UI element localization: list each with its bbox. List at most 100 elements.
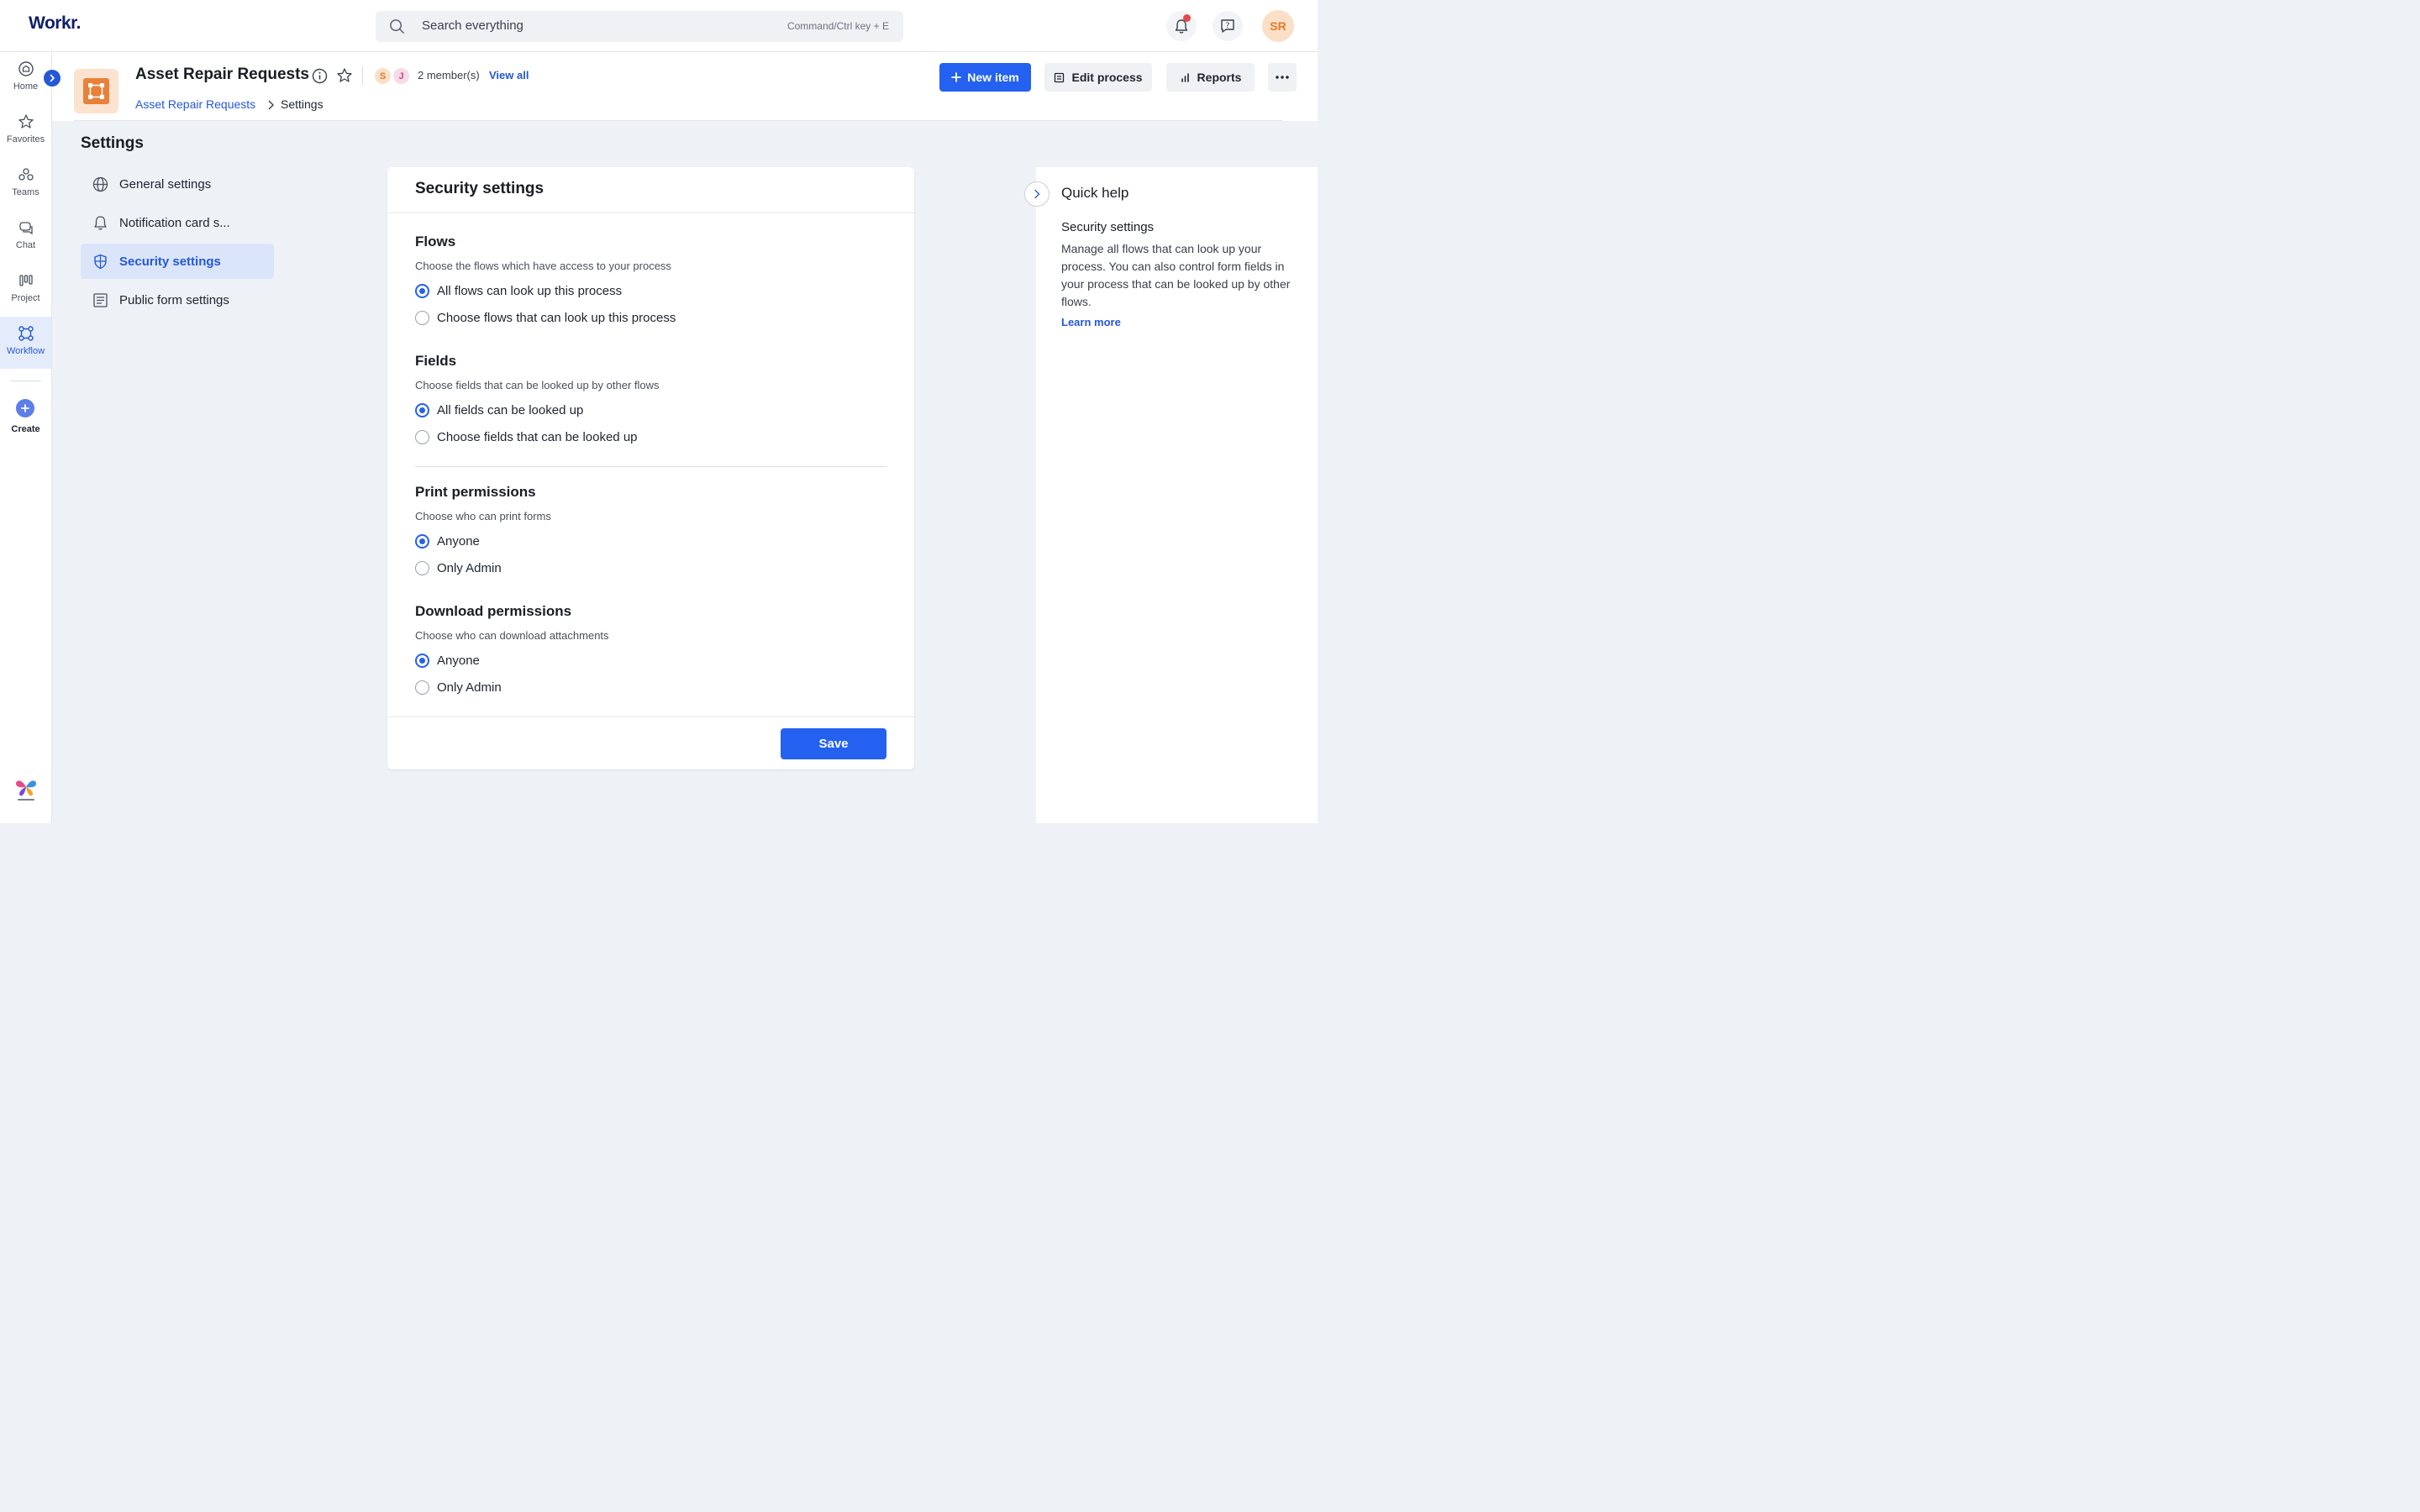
quick-help-subtitle: Security settings: [1061, 220, 1155, 234]
workflow-icon: [18, 326, 34, 341]
more-horizontal-icon: [1276, 76, 1289, 79]
help-button[interactable]: ?: [1213, 11, 1243, 41]
settings-nav-label: Security settings: [119, 254, 221, 269]
process-header: Asset Repair Requests S J 2 member(s) Vi…: [52, 52, 1318, 121]
radio-button-selected[interactable]: [415, 284, 429, 298]
create-button[interactable]: [16, 399, 34, 417]
settings-nav-general[interactable]: General settings: [81, 166, 274, 202]
save-button[interactable]: Save: [781, 728, 886, 759]
radio-button[interactable]: [415, 311, 429, 325]
edit-process-button[interactable]: Edit process: [1044, 63, 1152, 92]
radio-label: Only Admin: [437, 561, 502, 575]
radio-fields-all[interactable]: All fields can be looked up: [415, 403, 583, 417]
help-chat-icon: ?: [1221, 19, 1234, 33]
rail-item-label: Home: [13, 81, 39, 92]
search-bar[interactable]: Search everything Command/Ctrl key + E: [376, 11, 903, 42]
radio-flows-choose[interactable]: Choose flows that can look up this proce…: [415, 311, 676, 325]
notifications-button[interactable]: [1166, 11, 1197, 41]
section-title-download: Download permissions: [415, 603, 572, 619]
rail-item-home[interactable]: Home: [0, 60, 51, 113]
search-input[interactable]: Search everything: [422, 18, 523, 33]
radio-download-anyone[interactable]: Anyone: [415, 654, 480, 668]
new-item-button[interactable]: New item: [939, 63, 1031, 92]
process-glyph-icon: [88, 83, 104, 99]
radio-button-selected[interactable]: [415, 534, 429, 549]
radio-button-selected[interactable]: [415, 654, 429, 668]
page-title: Asset Repair Requests: [135, 66, 309, 83]
info-icon[interactable]: [312, 68, 328, 84]
rail-expand-button[interactable]: [44, 70, 60, 87]
quick-help-collapse-button[interactable]: [1024, 181, 1050, 207]
rail-item-workflow[interactable]: Workflow: [0, 317, 51, 369]
breadcrumb-current: Settings: [281, 97, 324, 111]
card-title: Security settings: [415, 180, 544, 197]
quick-help-body: Manage all flows that can look up your p…: [1061, 242, 1291, 308]
app-logo[interactable]: Workr.: [29, 13, 81, 34]
radio-label: Choose flows that can look up this proce…: [437, 311, 676, 325]
settings-nav-public-form[interactable]: Public form settings: [81, 282, 274, 318]
bar-chart-icon: [1181, 72, 1189, 82]
radio-label: Choose fields that can be looked up: [437, 430, 638, 444]
kissflow-logo: [16, 780, 36, 801]
left-rail: Home Favorites Teams Chat Project Workfl…: [0, 52, 52, 823]
favorite-star-icon[interactable]: [336, 67, 353, 84]
member-avatar[interactable]: S: [374, 67, 392, 85]
rail-item-label: Chat: [15, 240, 36, 250]
form-icon: [92, 292, 108, 307]
edit-form-icon: [1055, 72, 1065, 82]
more-options-button[interactable]: [1268, 63, 1297, 92]
member-avatar[interactable]: J: [392, 67, 410, 85]
member-count: 2 member(s): [418, 69, 480, 81]
chat-icon: [18, 222, 33, 235]
create-label: Create: [11, 424, 40, 434]
home-icon: [18, 61, 34, 76]
radio-button[interactable]: [415, 561, 429, 575]
card-header: Security settings: [387, 167, 914, 213]
radio-label: Anyone: [437, 654, 480, 668]
quick-help-panel: Quick help Security settings Manage all …: [1036, 167, 1318, 823]
rail-item-chat[interactable]: Chat: [0, 219, 51, 271]
settings-nav-notification[interactable]: Notification card s...: [81, 205, 274, 240]
radio-label: All fields can be looked up: [437, 403, 584, 417]
radio-button[interactable]: [415, 430, 429, 444]
section-desc-download: Choose who can download attachments: [415, 629, 609, 642]
settings-nav-security[interactable]: Security settings: [81, 244, 274, 279]
section-desc-flows: Choose the flows which have access to yo…: [415, 260, 671, 272]
learn-more-link[interactable]: Learn more: [1061, 316, 1121, 328]
radio-label: All flows can look up this process: [437, 284, 623, 298]
section-title-print: Print permissions: [415, 484, 536, 500]
user-avatar[interactable]: SR: [1262, 10, 1294, 42]
radio-print-admin[interactable]: Only Admin: [415, 561, 502, 575]
chevron-right-icon: [50, 74, 55, 82]
settings-title: Settings: [81, 134, 144, 152]
radio-flows-all[interactable]: All flows can look up this process: [415, 284, 622, 298]
radio-label: Only Admin: [437, 680, 502, 695]
settings-nav-label: Notification card s...: [119, 215, 230, 230]
radio-print-anyone[interactable]: Anyone: [415, 534, 480, 549]
settings-nav-label: Public form settings: [119, 292, 229, 307]
notification-dot: [1183, 14, 1191, 22]
radio-button-selected[interactable]: [415, 403, 429, 417]
search-icon: [390, 19, 404, 34]
edit-process-label: Edit process: [1071, 71, 1143, 84]
section-title-fields: Fields: [415, 353, 457, 369]
rail-item-teams[interactable]: Teams: [0, 166, 51, 218]
radio-download-admin[interactable]: Only Admin: [415, 680, 502, 695]
reports-label: Reports: [1197, 71, 1242, 84]
bell-icon: [93, 215, 107, 230]
quick-help-title: Quick help: [1061, 185, 1129, 201]
radio-button[interactable]: [415, 680, 429, 695]
plus-icon: [21, 404, 29, 412]
rail-item-label: Teams: [12, 187, 39, 197]
breadcrumb-process-link[interactable]: Asset Repair Requests: [135, 97, 255, 111]
breadcrumb-chevron-icon: [268, 100, 274, 110]
radio-fields-choose[interactable]: Choose fields that can be looked up: [415, 430, 638, 444]
new-item-label: New item: [967, 71, 1019, 84]
process-icon: [74, 69, 118, 113]
view-all-members-link[interactable]: View all: [489, 69, 529, 81]
chevron-right-icon: [1034, 189, 1040, 199]
reports-button[interactable]: Reports: [1166, 63, 1255, 92]
security-settings-card: Security settings Flows Choose the flows…: [387, 167, 914, 769]
rail-item-favorites[interactable]: Favorites: [0, 113, 51, 165]
top-bar: Workr. Search everything Command/Ctrl ke…: [0, 0, 1318, 52]
